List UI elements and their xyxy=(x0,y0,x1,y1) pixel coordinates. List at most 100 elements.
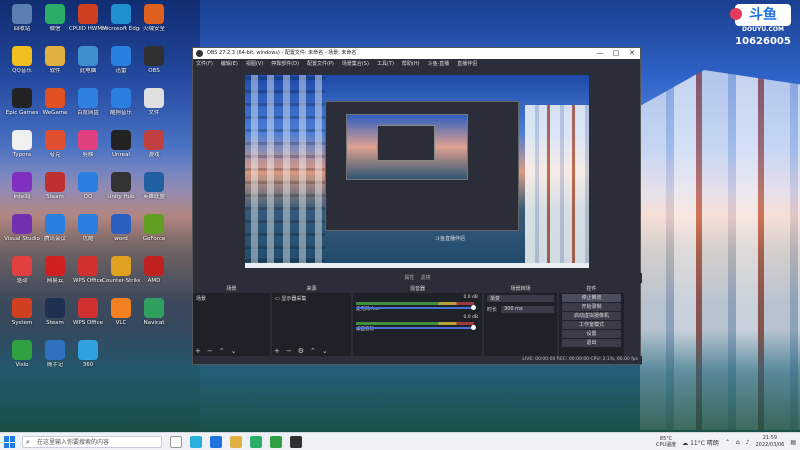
weather-widget[interactable]: ☁ 11°C 晴朗 xyxy=(682,438,719,447)
menu-item[interactable]: 帮助(H) xyxy=(402,59,420,69)
mixer-settings-icon[interactable] xyxy=(471,305,476,310)
file-icon xyxy=(144,88,164,108)
desktop-icon[interactable]: 游戏 xyxy=(135,130,173,170)
desktop-icon-label: 360 xyxy=(82,362,94,368)
sources-dock: 来源 ▭ 显示器采集 + − ⚙ ⌃ ⌄ xyxy=(272,285,351,357)
epic-icon xyxy=(12,88,32,108)
remove-icon[interactable]: − xyxy=(207,347,213,355)
desktop-icon[interactable]: 文件 xyxy=(135,88,173,128)
close-icon[interactable]: ✕ xyxy=(624,48,640,59)
meeting-icon xyxy=(45,214,65,234)
window-controls: — □ ✕ xyxy=(592,48,640,59)
menu-item[interactable]: 文件(F) xyxy=(196,59,213,69)
word-icon xyxy=(111,214,131,234)
obs-window[interactable]: OBS 27.2.3 (64-bit, windows) - 配置文件: 未命名… xyxy=(192,47,642,365)
properties-button[interactable]: 属性 xyxy=(404,273,414,283)
preview-chip: 斗鱼直播伴侣 xyxy=(435,236,466,242)
up-icon[interactable]: ⌃ xyxy=(310,347,316,355)
mixer-settings-icon[interactable] xyxy=(471,325,476,330)
obs-titlebar[interactable]: OBS 27.2.3 (64-bit, windows) - 配置文件: 未命名… xyxy=(193,48,640,59)
transitions-dock: 场景转场 渐变 时长 300 ms xyxy=(484,285,557,357)
typora-icon xyxy=(12,130,32,150)
transition-type-row: 渐变 xyxy=(484,293,557,304)
desktop-icon[interactable]: 360 xyxy=(69,340,107,380)
huorong-icon xyxy=(144,4,164,24)
scenes-dock: 场景 场景 + − ⌃ ⌄ xyxy=(193,285,270,357)
add-icon[interactable]: + xyxy=(195,347,201,355)
obs-icon xyxy=(144,46,164,66)
obs-taskbar-icon[interactable] xyxy=(290,436,302,448)
desktop-icon-label: 文件 xyxy=(148,110,160,116)
menu-item[interactable]: 视图(V) xyxy=(246,59,263,69)
obs-preview[interactable]: 斗鱼直播伴侣 xyxy=(245,75,589,268)
add-source-icon[interactable]: + xyxy=(274,347,280,355)
settings-icon[interactable]: ⚙ xyxy=(298,347,304,355)
scenes-header: 场景 xyxy=(193,285,270,293)
clock[interactable]: 21:59 2022/03/06 xyxy=(756,435,785,449)
menu-item[interactable]: 配置文件(P) xyxy=(307,59,334,69)
preview-nested-preview xyxy=(346,114,468,180)
menu-item[interactable]: 工具(T) xyxy=(377,59,394,69)
start-recording-button[interactable]: 开始录制 xyxy=(562,303,621,311)
exit-button[interactable]: 退出 xyxy=(562,339,621,347)
app-taskbar-icon[interactable] xyxy=(270,436,282,448)
menu-item[interactable]: 场景集合(S) xyxy=(342,59,369,69)
desktop-icon[interactable]: GeForce xyxy=(135,214,173,254)
edge-taskbar-icon[interactable] xyxy=(190,436,202,448)
duration-input[interactable]: 300 ms xyxy=(501,306,554,313)
notification-icon[interactable]: ▤ xyxy=(790,439,796,446)
explorer-taskbar-icon[interactable] xyxy=(210,436,222,448)
temp-label: CPU温度 xyxy=(655,442,677,448)
vlc-icon xyxy=(111,298,131,318)
volume-slider[interactable] xyxy=(356,307,474,309)
lol-icon xyxy=(144,172,164,192)
menu-item[interactable]: 编辑(E) xyxy=(221,59,238,69)
wechat-taskbar-icon[interactable] xyxy=(250,436,262,448)
volume-icon[interactable]: ♪ xyxy=(746,439,750,446)
stop-streaming-button[interactable]: 停止推流 xyxy=(562,294,621,302)
cpuid-icon xyxy=(78,4,98,24)
maximize-icon[interactable]: □ xyxy=(608,48,624,59)
pc-icon xyxy=(78,46,98,66)
network-icon[interactable]: ⌂ xyxy=(736,439,740,446)
minimize-icon[interactable]: — xyxy=(592,48,608,59)
cs-icon xyxy=(111,256,131,276)
desktop-icon[interactable]: Navicat xyxy=(135,298,173,338)
clock-time: 21:59 xyxy=(762,435,778,441)
remove-source-icon[interactable]: − xyxy=(286,347,292,355)
intellij-icon xyxy=(12,172,32,192)
steam-icon xyxy=(45,172,65,192)
mixer-channel-mic: 麦克风/Aux 0.0 dB xyxy=(353,293,482,313)
up-icon[interactable]: ⌃ xyxy=(219,347,225,355)
desktop: 回收站微信CPUID HWMonitorMicrosoft Edge火绒安全QQ… xyxy=(0,0,800,450)
douyu-avatar xyxy=(730,8,742,20)
folder-icon xyxy=(45,46,65,66)
mixer-channel-desktop: 桌面音频 0.0 dB xyxy=(353,313,482,333)
volume-slider[interactable] xyxy=(356,327,474,329)
transition-select[interactable]: 渐变 xyxy=(487,295,554,302)
filters-button[interactable]: 滤镜 xyxy=(421,273,431,283)
desktop-icon-label: 游戏 xyxy=(148,152,160,158)
windows-start-icon[interactable] xyxy=(4,436,16,448)
down-icon[interactable]: ⌄ xyxy=(322,347,328,355)
tray-overflow-icon[interactable]: ⌃ xyxy=(725,439,730,446)
down-icon[interactable]: ⌄ xyxy=(231,347,237,355)
task-view-icon[interactable] xyxy=(170,436,182,448)
source-item[interactable]: ▭ 显示器采集 xyxy=(272,293,351,304)
studio-mode-button[interactable]: 工作室模式 xyxy=(562,321,621,329)
scene-item[interactable]: 场景 xyxy=(193,293,270,304)
menu-item[interactable]: 斗鱼·直播 xyxy=(428,59,450,69)
desktop-icon[interactable]: AMD xyxy=(135,256,173,296)
wechat-icon xyxy=(45,4,65,24)
desktop-icon[interactable]: 英雄联盟 xyxy=(135,172,173,212)
menu-item[interactable]: 直播伴侣 xyxy=(457,59,477,69)
taskbar-search-input[interactable]: ⌕ 在这里输入你要搜索的内容 xyxy=(22,436,162,448)
folder-taskbar-icon[interactable] xyxy=(230,436,242,448)
menu-item[interactable]: 停靠部件(D) xyxy=(271,59,299,69)
qqmusic-icon xyxy=(12,46,32,66)
settings-button[interactable]: 设置 xyxy=(562,330,621,338)
desktop-icon[interactable]: OBS xyxy=(135,46,173,86)
virtual-camera-button[interactable]: 启动虚拟摄像机 xyxy=(562,312,621,320)
cpu-temp-widget[interactable]: 85°C CPU温度 xyxy=(656,436,676,448)
desktop-icon[interactable]: 火绒安全 xyxy=(135,4,173,44)
